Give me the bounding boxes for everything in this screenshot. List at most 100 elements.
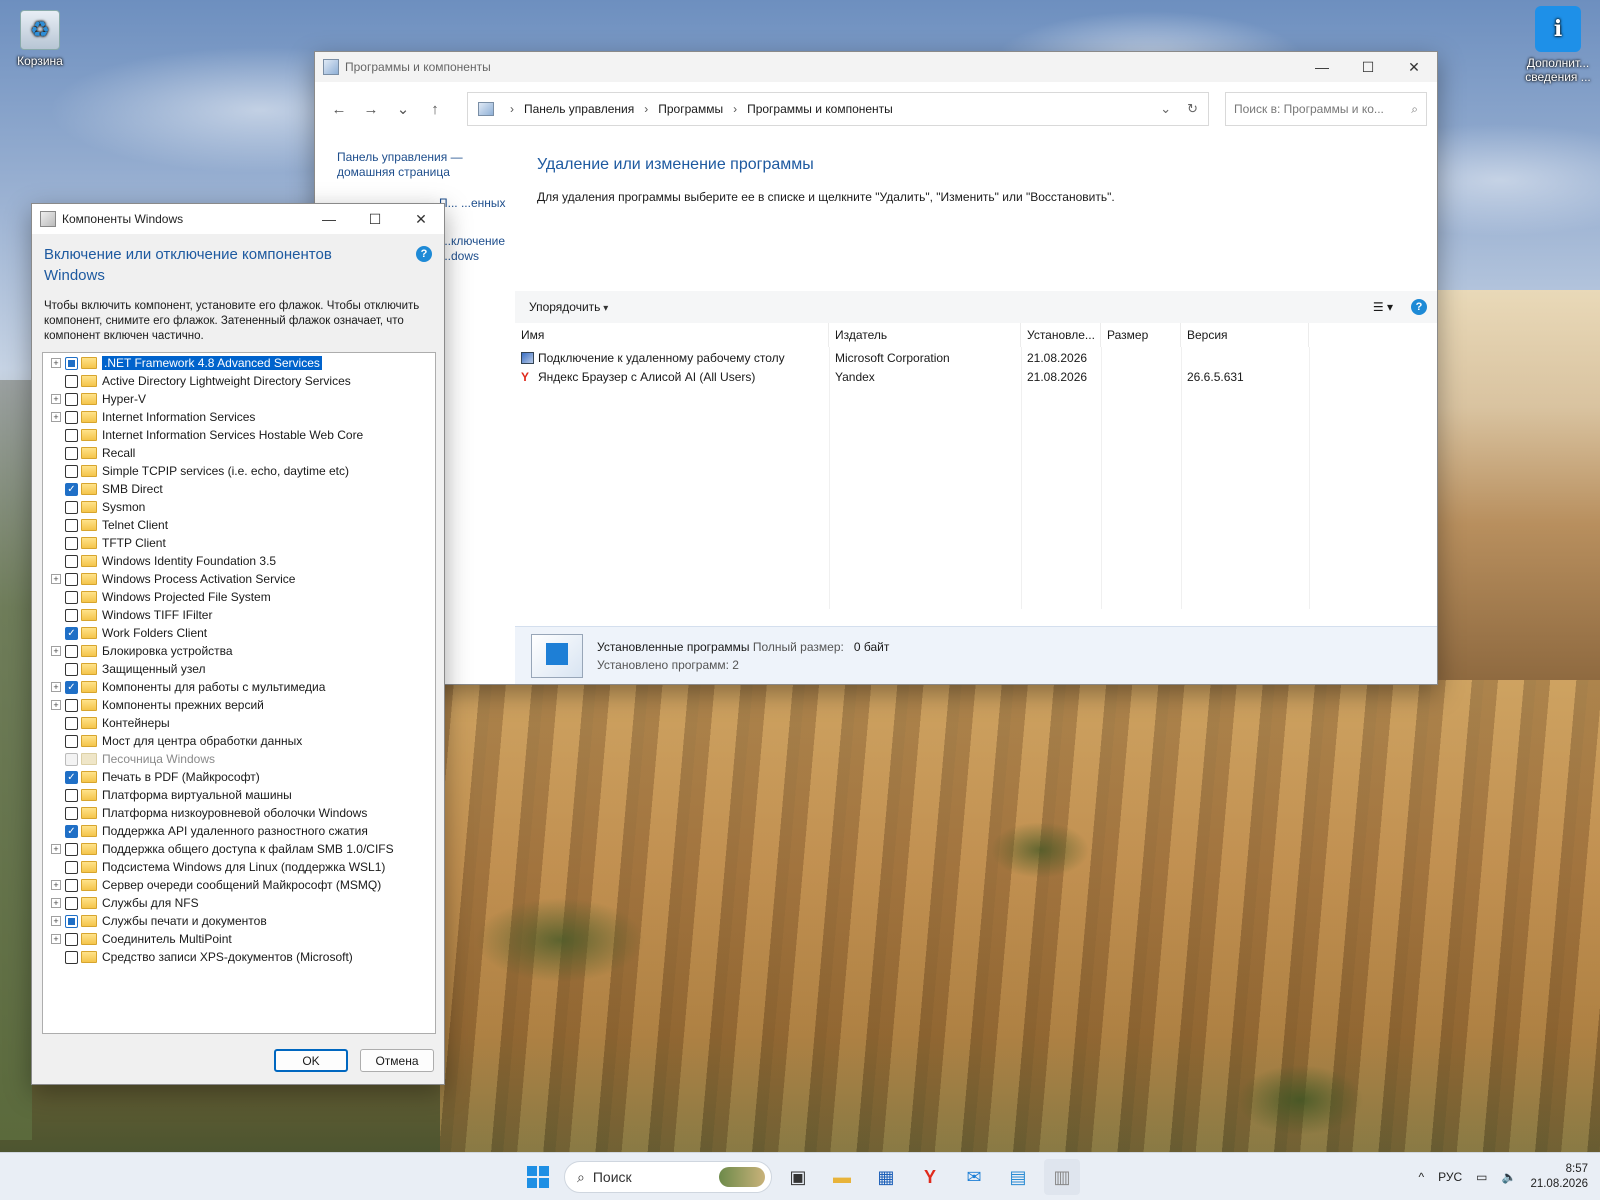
feature-row[interactable]: Защищенный узел	[43, 660, 435, 678]
expand-icon[interactable]: +	[51, 844, 61, 854]
feature-checkbox[interactable]: ✓	[65, 626, 78, 640]
feature-checkbox[interactable]	[65, 392, 78, 406]
breadcrumb-programs[interactable]: Программы	[658, 102, 723, 116]
file-explorer-icon[interactable]: ▬	[824, 1159, 860, 1195]
maximize-button[interactable]: ☐	[1345, 52, 1391, 82]
column-version[interactable]: Версия	[1181, 323, 1309, 347]
refresh-icon[interactable]: ↻	[1187, 101, 1198, 117]
feature-checkbox[interactable]	[65, 932, 78, 946]
feature-row[interactable]: + Internet Information Services	[43, 408, 435, 426]
column-size[interactable]: Размер	[1101, 323, 1181, 347]
language-indicator[interactable]: РУС	[1438, 1170, 1462, 1184]
feature-checkbox[interactable]	[65, 950, 78, 964]
close-button[interactable]: ✕	[398, 204, 444, 234]
feature-checkbox[interactable]	[65, 842, 78, 856]
feature-checkbox[interactable]: ✓	[65, 770, 78, 784]
breadcrumb-control-panel[interactable]: Панель управления	[524, 102, 634, 116]
feature-checkbox[interactable]	[65, 716, 78, 730]
feature-checkbox[interactable]	[65, 896, 78, 910]
organize-button[interactable]: Упорядочить	[529, 300, 608, 314]
up-button[interactable]: ↑	[421, 95, 449, 123]
expand-icon[interactable]: +	[51, 358, 61, 368]
column-publisher[interactable]: Издатель	[829, 323, 1021, 347]
feature-row[interactable]: ✓ Work Folders Client	[43, 624, 435, 642]
feature-row[interactable]: + .NET Framework 4.8 Advanced Services	[43, 354, 435, 372]
feature-checkbox[interactable]	[65, 536, 78, 550]
feature-checkbox[interactable]	[65, 698, 78, 712]
feature-checkbox[interactable]	[65, 428, 78, 442]
feature-row[interactable]: Контейнеры	[43, 714, 435, 732]
minimize-button[interactable]: —	[1299, 52, 1345, 82]
feature-row[interactable]: Recall	[43, 444, 435, 462]
feature-checkbox[interactable]	[65, 914, 78, 928]
feature-row[interactable]: + ✓ Компоненты для работы с мультимедиа	[43, 678, 435, 696]
chevron-down-icon[interactable]: ⌄	[1160, 101, 1171, 117]
desktop-icon-info[interactable]: i Дополнит... сведения ...	[1518, 6, 1598, 84]
help-icon[interactable]: ?	[1411, 299, 1427, 315]
expand-icon[interactable]: +	[51, 412, 61, 422]
yandex-browser-icon[interactable]: Y	[912, 1159, 948, 1195]
expand-icon[interactable]: +	[51, 682, 61, 692]
task-view-icon[interactable]: ▣	[780, 1159, 816, 1195]
feature-checkbox[interactable]	[65, 374, 78, 388]
expand-icon[interactable]: +	[51, 880, 61, 890]
feature-row[interactable]: Средство записи XPS-документов (Microsof…	[43, 948, 435, 966]
control-panel-icon[interactable]: ▤	[1000, 1159, 1036, 1195]
feature-checkbox[interactable]	[65, 734, 78, 748]
column-name[interactable]: Имя	[515, 323, 829, 347]
feature-checkbox[interactable]: ✓	[65, 680, 78, 694]
feature-checkbox[interactable]	[65, 788, 78, 802]
back-button[interactable]: ←	[325, 95, 353, 123]
feature-row[interactable]: TFTP Client	[43, 534, 435, 552]
feature-checkbox[interactable]	[65, 662, 78, 676]
network-icon[interactable]: ▭	[1476, 1170, 1487, 1184]
feature-row[interactable]: + Соединитель MultiPoint	[43, 930, 435, 948]
start-button[interactable]	[520, 1159, 556, 1195]
expand-icon[interactable]: +	[51, 394, 61, 404]
title-bar[interactable]: Программы и компоненты — ☐ ✕	[315, 52, 1437, 82]
feature-row[interactable]: ✓ SMB Direct	[43, 480, 435, 498]
link-windows-features-2[interactable]: ...dows	[441, 249, 479, 264]
expand-icon[interactable]: +	[51, 646, 61, 656]
feature-row[interactable]: Подсистема Windows для Linux (поддержка …	[43, 858, 435, 876]
feature-checkbox[interactable]	[65, 860, 78, 874]
feature-row[interactable]: Telnet Client	[43, 516, 435, 534]
recent-locations-button[interactable]: ⌄	[389, 95, 417, 123]
feature-row[interactable]: + Компоненты прежних версий	[43, 696, 435, 714]
feature-row[interactable]: + Hyper-V	[43, 390, 435, 408]
feature-row[interactable]: Windows Identity Foundation 3.5	[43, 552, 435, 570]
expand-icon[interactable]: +	[51, 574, 61, 584]
volume-icon[interactable]: 🔈	[1501, 1170, 1516, 1184]
help-icon[interactable]: ?	[416, 246, 432, 262]
breadcrumb-programs-features[interactable]: Программы и компоненты	[747, 102, 893, 116]
feature-checkbox[interactable]	[65, 356, 78, 370]
feature-checkbox[interactable]	[65, 644, 78, 658]
feature-checkbox[interactable]	[65, 518, 78, 532]
search-input[interactable]: Поиск в: Программы и ко... ⌕	[1225, 92, 1427, 126]
ok-button[interactable]: OK	[274, 1049, 348, 1072]
maximize-button[interactable]: ☐	[352, 204, 398, 234]
feature-row[interactable]: + Блокировка устройства	[43, 642, 435, 660]
feature-checkbox[interactable]: ✓	[65, 824, 78, 838]
expand-icon[interactable]: +	[51, 916, 61, 926]
feature-row[interactable]: ✓ Печать в PDF (Майкрософт)	[43, 768, 435, 786]
outlook-icon[interactable]: ✉	[956, 1159, 992, 1195]
expand-icon[interactable]: +	[51, 700, 61, 710]
feature-checkbox[interactable]	[65, 446, 78, 460]
expand-icon[interactable]: +	[51, 898, 61, 908]
link-installed-updates[interactable]: П... ...енных	[439, 196, 506, 211]
feature-row[interactable]: Платформа виртуальной машины	[43, 786, 435, 804]
store-icon[interactable]: ▦	[868, 1159, 904, 1195]
cancel-button[interactable]: Отмена	[360, 1049, 434, 1072]
chevron-up-icon[interactable]: ^	[1418, 1170, 1424, 1184]
feature-row[interactable]: ✓ Поддержка API удаленного разностного сж…	[43, 822, 435, 840]
features-icon[interactable]: ▥	[1044, 1159, 1080, 1195]
feature-checkbox[interactable]: ✓	[65, 482, 78, 496]
feature-checkbox[interactable]	[65, 878, 78, 892]
feature-checkbox[interactable]	[65, 554, 78, 568]
feature-row[interactable]: + Сервер очереди сообщений Майкрософт (MS…	[43, 876, 435, 894]
feature-row[interactable]: Windows Projected File System	[43, 588, 435, 606]
feature-checkbox[interactable]	[65, 590, 78, 604]
taskbar-search[interactable]: ⌕ Поиск	[564, 1161, 772, 1193]
feature-row[interactable]: Sysmon	[43, 498, 435, 516]
